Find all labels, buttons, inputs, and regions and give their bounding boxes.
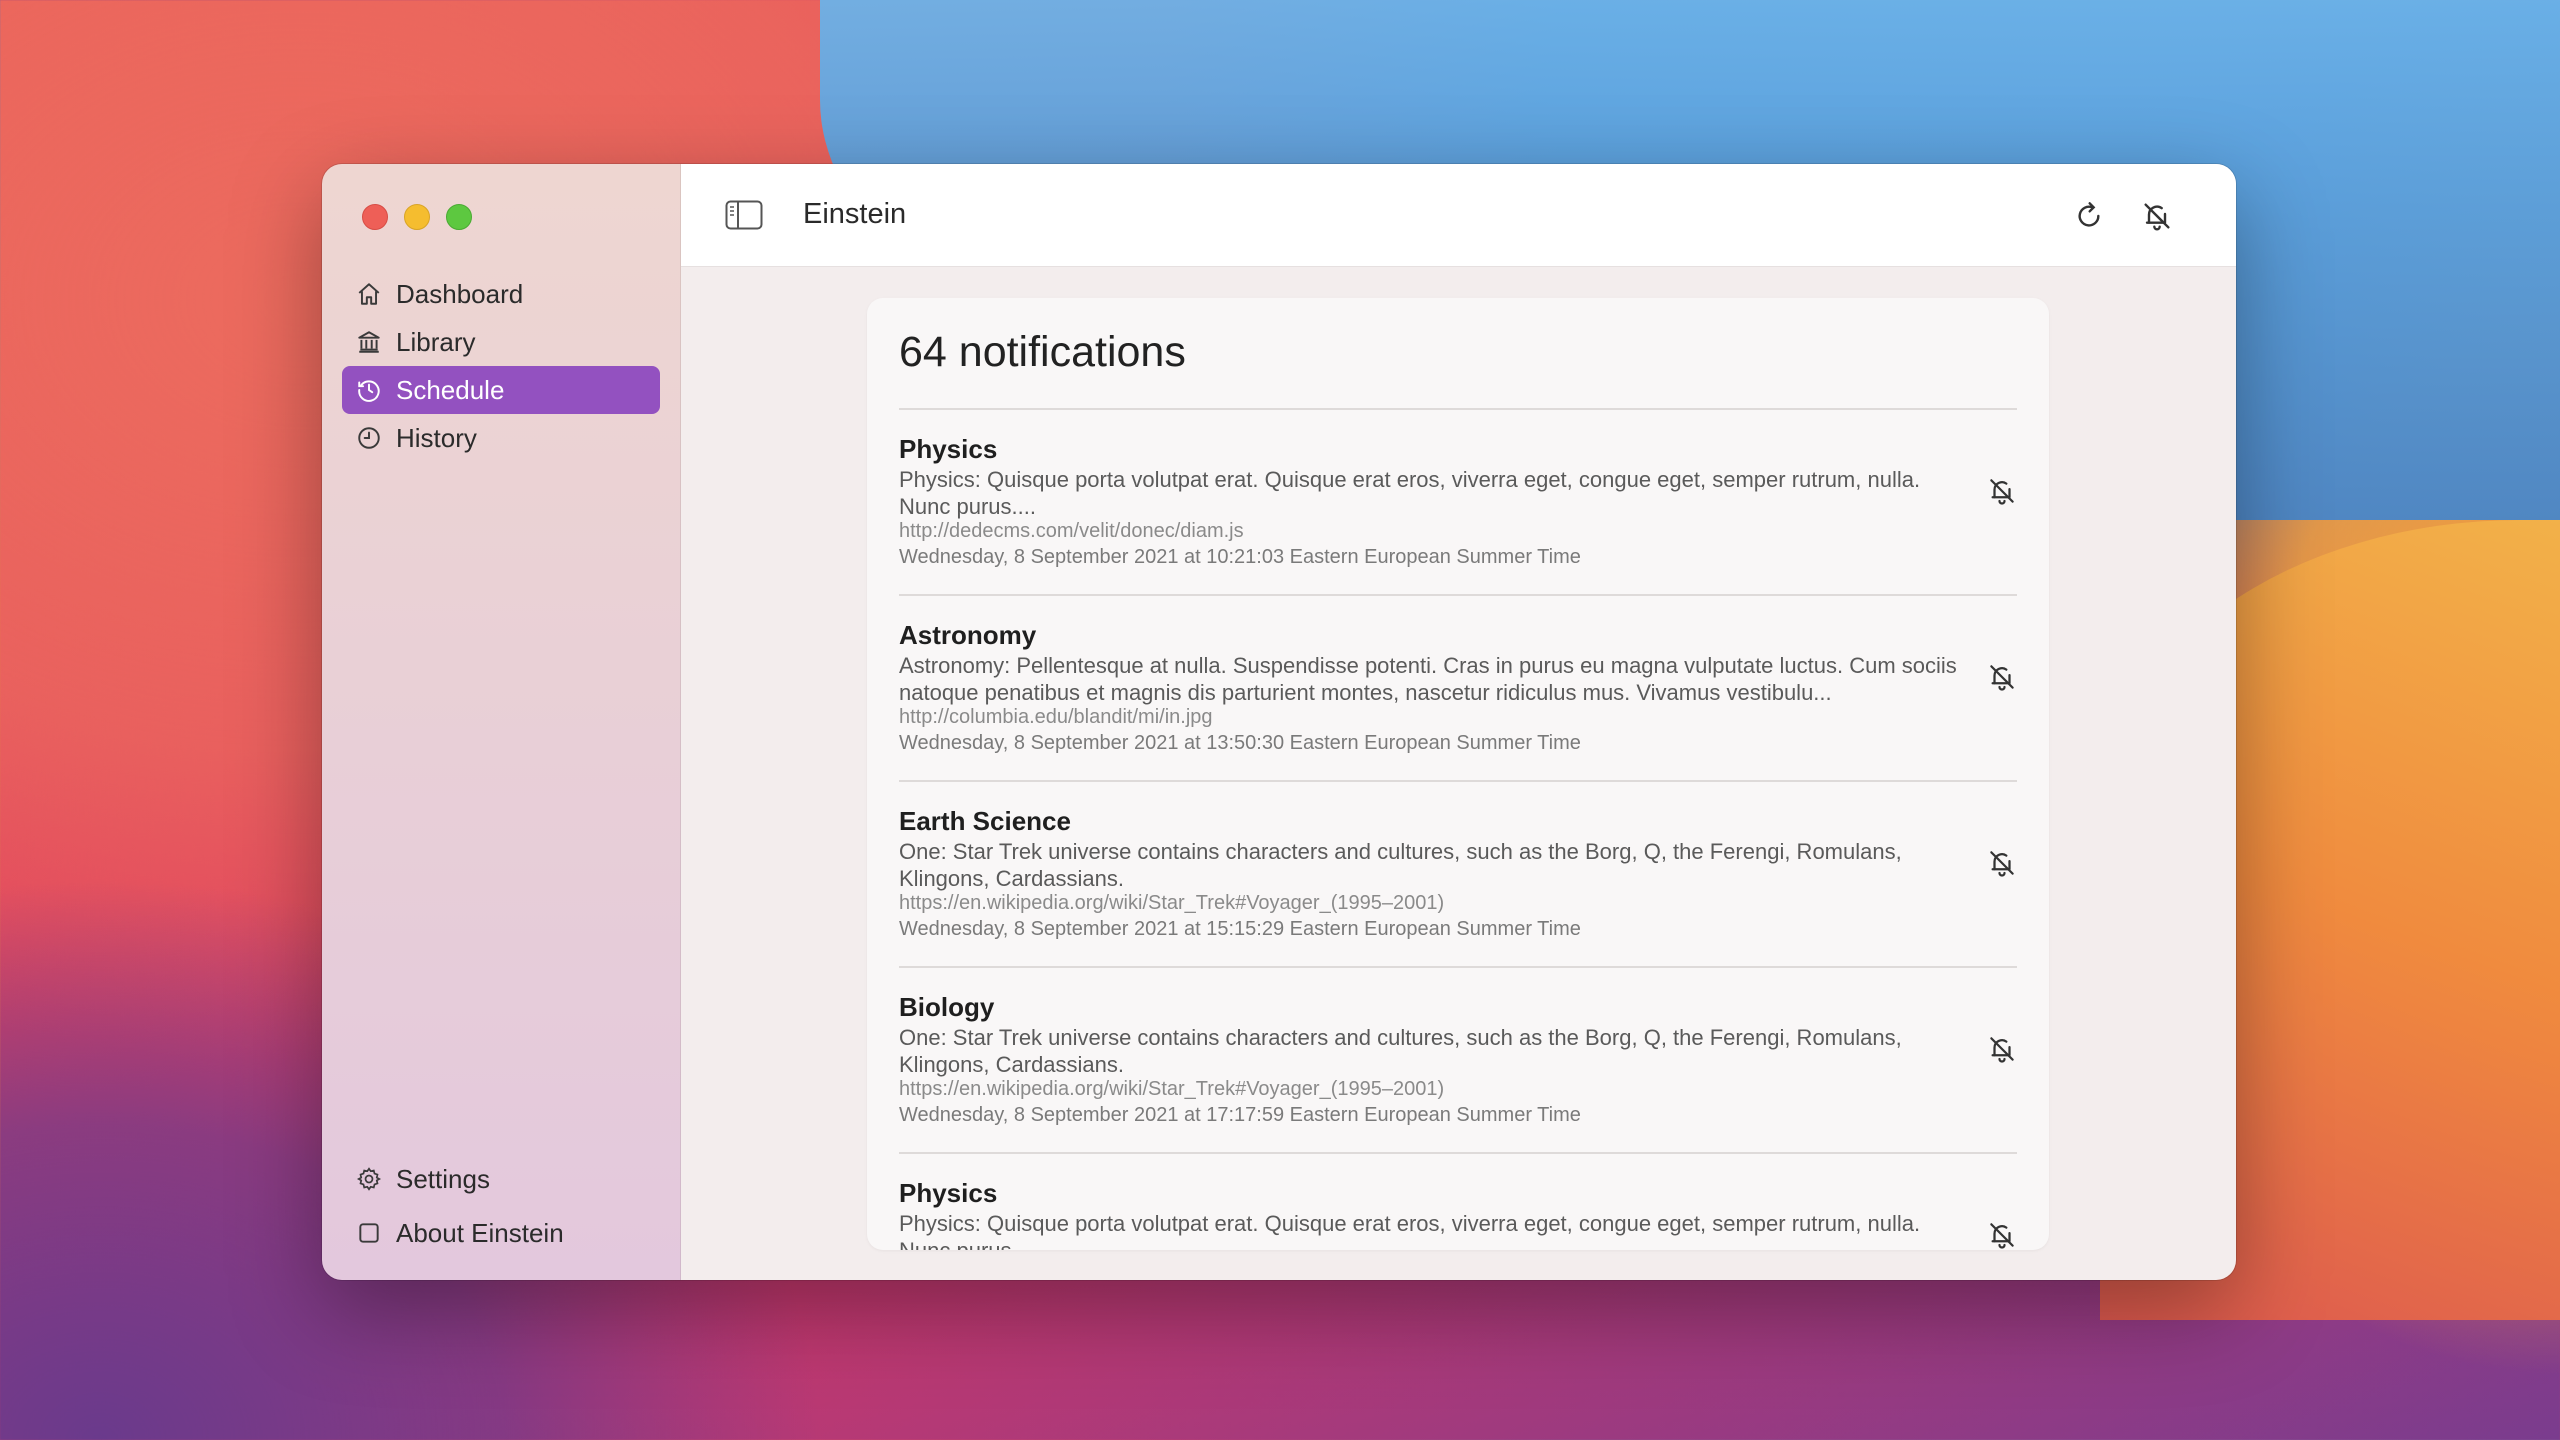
close-window-button[interactable] [362, 204, 388, 230]
bell-slash-icon[interactable] [1987, 662, 2017, 692]
list-item[interactable]: Astronomy Astronomy: Pellentesque at nul… [899, 596, 2017, 782]
sidebar-item-library[interactable]: Library [342, 318, 660, 366]
minimize-window-button[interactable] [404, 204, 430, 230]
sidebar-item-about[interactable]: About Einstein [342, 1206, 660, 1260]
notification-title: Biology [899, 992, 995, 1022]
bell-slash-icon[interactable] [1987, 848, 2017, 878]
notifications-card: 64 notifications Physics Physics: Quisqu… [867, 298, 2049, 1250]
bell-slash-icon[interactable] [1987, 476, 2017, 506]
building-columns-icon [358, 331, 380, 353]
sidebar-item-label: Schedule [396, 374, 505, 405]
window-title: Einstein [803, 198, 907, 230]
notification-date: Wednesday, 8 September 2021 at 17:17:59 … [899, 1104, 1581, 1126]
notification-body: Physics: Quisque porta volutpat erat. Qu… [899, 467, 1921, 519]
sidebar-item-label: Settings [396, 1163, 490, 1194]
sidebar-nav: Dashboard Library Schedule History [342, 270, 660, 462]
notification-body: One: Star Trek universe contains charact… [899, 839, 1902, 891]
notification-url: https://en.wikipedia.org/wiki/Star_Trek#… [899, 1078, 1445, 1100]
sidebar-item-dashboard[interactable]: Dashboard [342, 270, 660, 318]
notification-body: One: Star Trek universe contains charact… [899, 1025, 1902, 1077]
notification-body: Astronomy: Pellentesque at nulla. Suspen… [899, 653, 1957, 705]
notification-url: https://en.wikipedia.org/wiki/Star_Trek#… [899, 892, 1445, 914]
house-icon [358, 283, 380, 305]
clock-icon [358, 427, 380, 449]
sidebar-item-settings[interactable]: Settings [342, 1152, 660, 1206]
bell-slash-icon[interactable] [1987, 1034, 2017, 1064]
sidebar-icon[interactable] [725, 200, 763, 230]
window-controls [362, 204, 472, 230]
square-icon [359, 1223, 379, 1243]
notification-title: Physics [899, 1178, 998, 1208]
toolbar: Einstein [681, 164, 2236, 267]
list-item[interactable]: Biology One: Star Trek universe contains… [899, 968, 2017, 1154]
notification-date: Wednesday, 8 September 2021 at 13:50:30 … [899, 732, 1581, 754]
notification-title: Physics [899, 434, 998, 464]
notification-date: Wednesday, 8 September 2021 at 10:21:03 … [899, 546, 1581, 568]
bell-slash-icon[interactable] [1987, 1220, 2017, 1250]
sidebar: Dashboard Library Schedule History Setti… [322, 164, 681, 1280]
notification-title: Earth Science [899, 806, 1071, 836]
refresh-icon[interactable] [2073, 200, 2105, 232]
sidebar-bottom-nav: Settings About Einstein [342, 1152, 660, 1260]
notification-body: Physics: Quisque porta volutpat erat. Qu… [899, 1211, 1921, 1250]
sidebar-item-label: Library [396, 326, 476, 357]
sidebar-item-schedule[interactable]: Schedule [342, 366, 660, 414]
notification-date: Wednesday, 8 September 2021 at 15:15:29 … [899, 918, 1581, 940]
sidebar-item-history[interactable]: History [342, 414, 660, 462]
bell-slash-icon[interactable] [2141, 200, 2173, 232]
list-item[interactable]: Physics Physics: Quisque porta volutpat … [899, 410, 2017, 596]
sidebar-item-label: About Einstein [396, 1217, 564, 1248]
sidebar-item-label: Dashboard [396, 278, 524, 309]
notification-url: http://columbia.edu/blandit/mi/in.jpg [899, 706, 1213, 728]
sidebar-item-label: History [396, 422, 477, 453]
clock-arrow-icon [358, 380, 380, 402]
list-item[interactable]: Physics Physics: Quisque porta volutpat … [899, 1154, 2017, 1250]
main-content: Einstein 64 notifications Physics Physic… [681, 164, 2236, 1280]
zoom-window-button[interactable] [446, 204, 472, 230]
notification-url: http://dedecms.com/velit/donec/diam.js [899, 520, 1244, 542]
app-window: Dashboard Library Schedule History Setti… [322, 164, 2236, 1280]
list-item[interactable]: Earth Science One: Star Trek universe co… [899, 782, 2017, 968]
notifications-count: 64 notifications [899, 328, 1186, 376]
notification-title: Astronomy [899, 620, 1037, 650]
gear-icon [356, 1167, 382, 1191]
notifications-list[interactable]: Physics Physics: Quisque porta volutpat … [899, 410, 2017, 1250]
